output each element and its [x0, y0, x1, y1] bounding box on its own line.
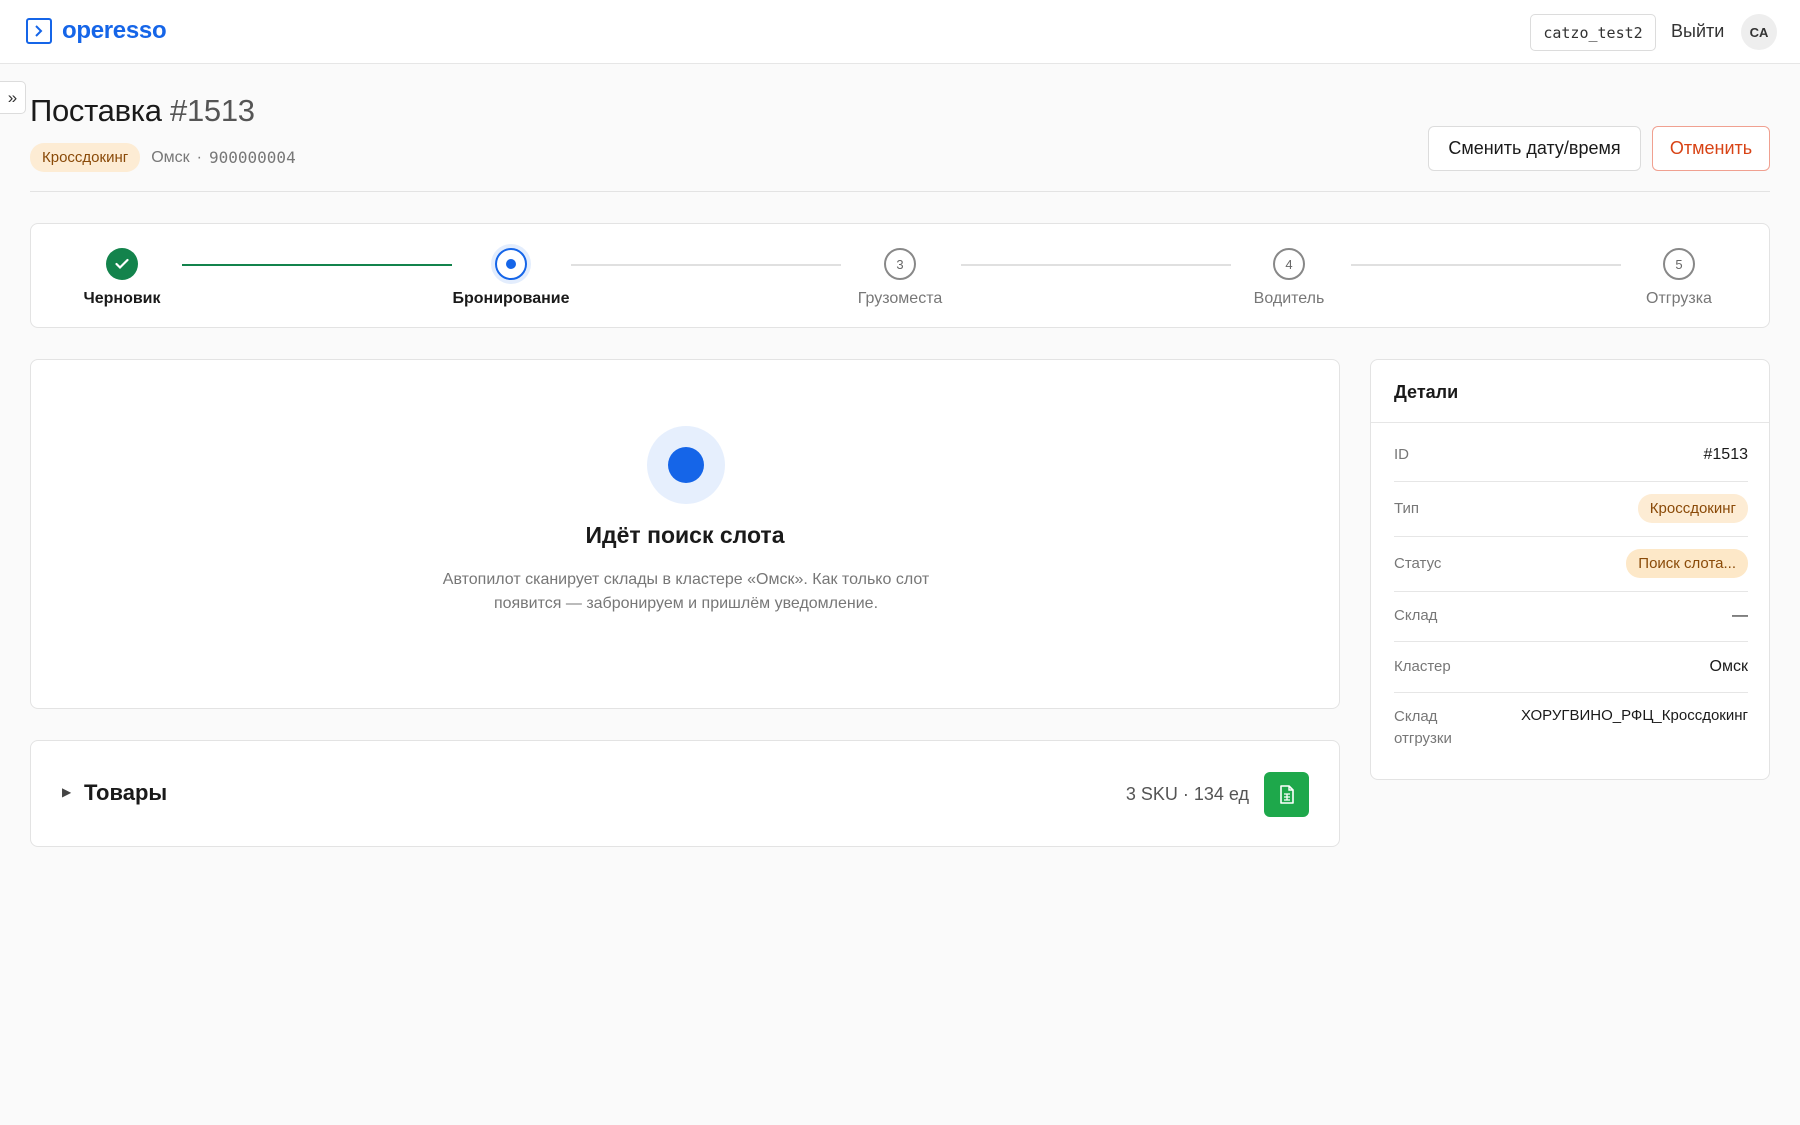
logo-icon	[26, 18, 52, 44]
divider	[1394, 641, 1748, 642]
step-label: Черновик	[83, 290, 161, 307]
cancel-button[interactable]: Отменить	[1652, 126, 1770, 171]
chevrons-right-icon: »	[7, 87, 18, 107]
step-number: 5	[1663, 248, 1695, 280]
logo-text: operesso	[62, 17, 167, 44]
detail-value: #1513	[1703, 446, 1749, 463]
change-datetime-button[interactable]: Сменить дату/время	[1428, 126, 1641, 171]
page-title-number: #1513	[170, 93, 255, 128]
step-connector	[961, 264, 1231, 266]
divider	[1394, 536, 1748, 537]
meta-city: Омск	[151, 148, 190, 166]
username-chip[interactable]: catzo_test2	[1530, 14, 1656, 51]
detail-value: —	[1732, 607, 1748, 624]
step-label: Грузоместа	[857, 290, 943, 307]
page-title-text: Поставка	[30, 93, 162, 128]
step-label: Водитель	[1253, 290, 1325, 307]
meta-separator: ·	[196, 148, 202, 166]
step-draft[interactable]: Черновик	[42, 248, 202, 308]
detail-label: Склад отгрузки	[1394, 708, 1452, 747]
step-booking[interactable]: Бронирование	[431, 248, 591, 308]
details-panel: Детали ID #1513 Тип Кроссдокинг Статус П…	[1370, 359, 1770, 780]
meta-code: 900000004	[209, 148, 296, 167]
detail-row-warehouse: Склад —	[1394, 605, 1748, 627]
checkmark-icon	[106, 248, 138, 280]
detail-row-cluster: Кластер Омск	[1394, 656, 1748, 678]
searching-indicator-icon	[647, 426, 725, 504]
detail-label: Склад	[1394, 607, 1438, 624]
goods-summary: 3 SKU · 134 ед	[1125, 784, 1249, 804]
top-bar: operesso catzo_test2 Выйти CA	[0, 0, 1800, 64]
search-title: Идёт поиск слота	[585, 522, 785, 548]
divider	[1394, 692, 1748, 693]
sidebar-toggle-button[interactable]: »	[0, 81, 26, 114]
expand-triangle-icon[interactable]: ▶	[62, 785, 71, 799]
logo[interactable]: operesso	[26, 17, 167, 45]
detail-label: ID	[1394, 446, 1409, 463]
step-cargo[interactable]: 3 Грузоместа	[820, 248, 980, 308]
active-step-icon	[495, 248, 527, 280]
step-driver[interactable]: 4 Водитель	[1209, 248, 1369, 308]
detail-row-id: ID #1513	[1394, 444, 1748, 466]
details-title: Детали	[1371, 360, 1769, 423]
export-spreadsheet-button[interactable]	[1264, 772, 1309, 817]
divider	[1394, 481, 1748, 482]
detail-row-status: Статус Поиск слота...	[1394, 549, 1748, 578]
step-label: Отгрузка	[1646, 290, 1712, 307]
step-number: 3	[884, 248, 916, 280]
detail-label: Кластер	[1394, 658, 1451, 675]
spreadsheet-icon	[1279, 785, 1294, 804]
detail-label: Статус	[1394, 554, 1442, 572]
detail-row-type: Тип Кроссдокинг	[1394, 494, 1748, 523]
slot-search-card: Идёт поиск слота Автопилот сканирует скл…	[30, 359, 1340, 709]
step-number: 4	[1273, 248, 1305, 280]
divider	[1394, 591, 1748, 592]
step-connector	[571, 264, 841, 266]
shipment-meta: Кроссдокинг Омск · 900000004	[30, 143, 296, 172]
detail-value: ХОРУГВИНО_РФЦ_Кроссдокинг	[1520, 707, 1748, 724]
status-badge: Поиск слота...	[1626, 549, 1748, 578]
detail-value: Омск	[1709, 658, 1748, 675]
progress-stepper: Черновик Бронирование 3 Грузоместа 4 Вод…	[30, 223, 1770, 328]
step-label: Бронирование	[452, 290, 570, 307]
divider	[30, 191, 1770, 192]
type-badge: Кроссдокинг	[1637, 494, 1748, 523]
search-description: Автопилот сканирует склады в кластере «О…	[442, 571, 930, 612]
goods-section[interactable]: ▶ Товары 3 SKU · 134 ед	[30, 740, 1340, 847]
avatar[interactable]: CA	[1741, 14, 1777, 50]
detail-label: Тип	[1394, 499, 1420, 517]
step-connector	[182, 264, 452, 266]
step-connector	[1351, 264, 1621, 266]
detail-row-ship-warehouse: Склад отгрузки ХОРУГВИНО_РФЦ_Кроссдокинг	[1394, 706, 1748, 750]
step-shipment[interactable]: 5 Отгрузка	[1599, 248, 1759, 308]
logout-link[interactable]: Выйти	[1671, 21, 1724, 42]
goods-title[interactable]: Товары	[84, 780, 167, 806]
type-badge: Кроссдокинг	[30, 143, 141, 172]
page-title: Поставка #1513	[30, 93, 255, 129]
